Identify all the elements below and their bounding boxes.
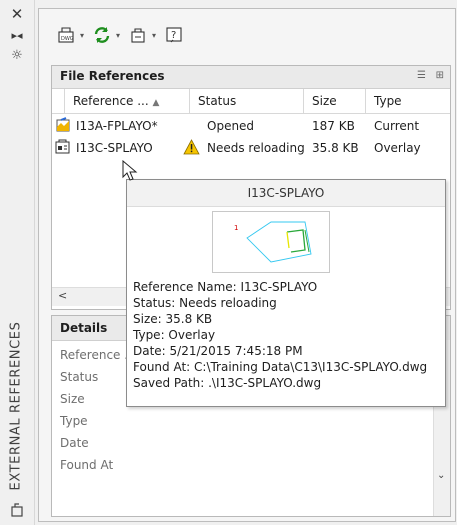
- tooltip-line: Found At: C:\Training Data\C13\I13C-SPLA…: [133, 360, 428, 374]
- tooltip-line: Reference Name: I13C-SPLAYO: [133, 280, 318, 294]
- help-icon[interactable]: ?: [163, 25, 185, 45]
- tree-view-icon[interactable]: ⊞: [436, 70, 444, 81]
- drawing-thumbnail: 1: [212, 211, 330, 273]
- mouse-cursor-icon: [122, 159, 140, 182]
- table-row[interactable]: I13C-SPLAYO Needs reloading 35.8 KB Over…: [52, 137, 450, 159]
- palette-title-bar: ✕ ▸◂ ☼ EXTERNAL REFERENCES: [0, 0, 35, 525]
- properties-icon[interactable]: ☼: [7, 48, 27, 64]
- reference-tooltip: I13C-SPLAYO 1 Reference Name: I13C-SPLAY…: [126, 179, 446, 407]
- warning-icon: [183, 139, 200, 162]
- tooltip-line: Size: 35.8 KB: [133, 312, 213, 326]
- close-icon[interactable]: ✕: [7, 6, 27, 22]
- reference-status: Opened: [207, 119, 255, 133]
- details-label: Size: [60, 392, 85, 406]
- file-references-header: File References ☰ ⊞: [52, 66, 450, 89]
- tooltip-line: Date: 5/21/2015 7:45:18 PM: [133, 344, 303, 358]
- table-row[interactable]: I13A-FPLAYO* Opened 187 KB Current: [52, 115, 450, 137]
- list-view-icon[interactable]: ☰: [417, 70, 426, 81]
- refresh-dropdown-icon[interactable]: ▾: [113, 31, 123, 40]
- reference-size: 35.8 KB: [312, 141, 359, 155]
- refresh-icon[interactable]: [91, 25, 113, 45]
- details-title: Details: [60, 321, 108, 335]
- attach-dwg-icon[interactable]: DWG: [55, 25, 77, 45]
- toolbar: DWG ▾ ▾ ▾ ?: [55, 23, 185, 47]
- attach-dropdown-icon[interactable]: ▾: [77, 31, 87, 40]
- column-reference-name[interactable]: Reference ... ▲: [64, 89, 189, 113]
- palette-title: EXTERNAL REFERENCES: [8, 321, 24, 490]
- scroll-left-icon[interactable]: <: [58, 289, 67, 302]
- tooltip-details: Reference Name: I13C-SPLAYO Status: Need…: [133, 279, 427, 391]
- reference-name: I13A-FPLAYO*: [76, 119, 158, 133]
- column-spacer: [52, 89, 64, 113]
- reference-status: Needs reloading: [207, 141, 305, 155]
- column-type[interactable]: Type: [365, 89, 450, 113]
- tooltip-title: I13C-SPLAYO: [127, 180, 445, 207]
- change-path-icon[interactable]: [127, 25, 149, 45]
- tooltip-line: Status: Needs reloading: [133, 296, 277, 310]
- change-path-dropdown-icon[interactable]: ▾: [149, 31, 159, 40]
- svg-text:1: 1: [234, 224, 238, 232]
- autohide-icon[interactable]: ▸◂: [7, 28, 27, 44]
- scroll-down-icon[interactable]: ⌄: [437, 470, 445, 481]
- details-label: Status: [60, 370, 99, 384]
- xref-icon[interactable]: [7, 502, 27, 518]
- column-headers: Reference ... ▲ Status Size Type: [52, 89, 450, 114]
- reference-name: I13C-SPLAYO: [76, 141, 153, 155]
- overlay-drawing-icon: [55, 139, 71, 162]
- column-status[interactable]: Status: [189, 89, 303, 113]
- xref-palette: ✕ ▸◂ ☼ EXTERNAL REFERENCES DWG ▾ ▾ ▾ ? F…: [0, 0, 457, 525]
- file-references-title: File References: [60, 69, 165, 83]
- column-size[interactable]: Size: [303, 89, 365, 113]
- details-label: Found At: [60, 458, 114, 472]
- reference-type: Overlay: [374, 141, 421, 155]
- sort-asc-icon: ▲: [152, 98, 160, 108]
- tooltip-line: Saved Path: .\I13C-SPLAYO.dwg: [133, 376, 322, 390]
- svg-text:DWG: DWG: [61, 36, 74, 42]
- tooltip-line: Type: Overlay: [133, 328, 216, 342]
- details-label: Type: [60, 414, 88, 428]
- reference-type: Current: [374, 119, 420, 133]
- details-label: Date: [60, 436, 89, 450]
- details-label: Reference ...: [60, 348, 136, 362]
- reference-size: 187 KB: [312, 119, 355, 133]
- svg-text:?: ?: [171, 30, 176, 41]
